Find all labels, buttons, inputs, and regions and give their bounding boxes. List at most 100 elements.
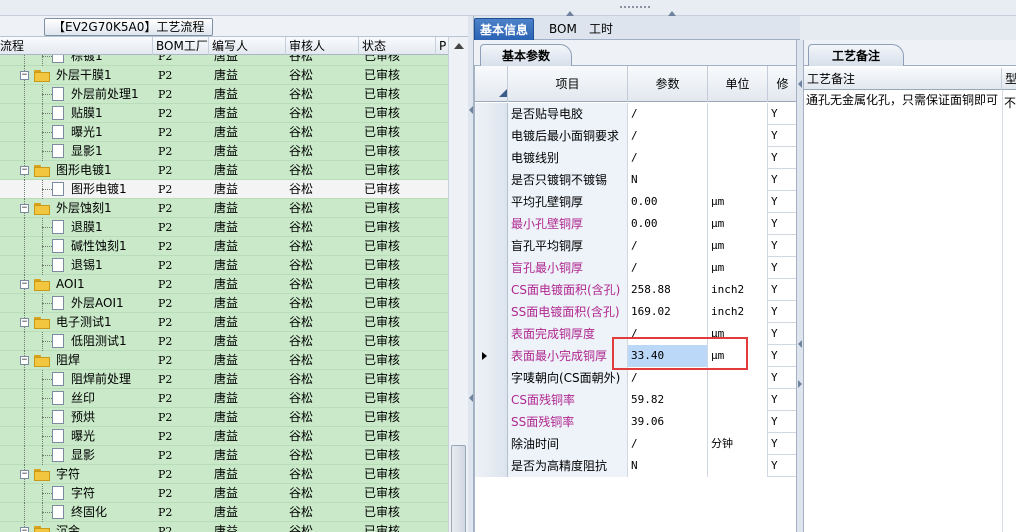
row-header[interactable] bbox=[475, 257, 508, 279]
collapse-toggle-icon[interactable]: − bbox=[20, 166, 29, 175]
param-unit-cell[interactable]: μm bbox=[708, 345, 768, 367]
scroll-up-icon[interactable] bbox=[454, 43, 464, 49]
tree-row[interactable]: − 阻焊 P2 唐益 谷松 已审核 bbox=[0, 351, 448, 370]
grid-row[interactable]: 字唛朝向(CS面朝外) / Y bbox=[475, 367, 797, 389]
param-modify-cell[interactable]: Y bbox=[768, 279, 797, 301]
param-unit-cell[interactable] bbox=[708, 367, 768, 389]
param-value-cell[interactable]: / bbox=[628, 433, 708, 455]
tab-work-hours[interactable]: 工时 bbox=[584, 18, 618, 40]
tree-scrollbar[interactable] bbox=[448, 37, 468, 532]
tab-process-note[interactable]: 工艺备注 bbox=[808, 44, 904, 66]
row-header[interactable] bbox=[475, 301, 508, 323]
param-modify-cell[interactable]: Y bbox=[768, 323, 797, 345]
tree-row[interactable]: 显影1 P2 唐益 谷松 已审核 bbox=[0, 142, 448, 161]
collapse-toggle-icon[interactable]: − bbox=[20, 527, 29, 532]
tree-row[interactable]: 曝光 P2 唐益 谷松 已审核 bbox=[0, 427, 448, 446]
tree-row[interactable]: 棕镀1 P2 唐益 谷松 已审核 bbox=[0, 55, 448, 66]
param-value-cell[interactable]: / bbox=[628, 235, 708, 257]
collapse-toggle-icon[interactable]: − bbox=[20, 280, 29, 289]
param-unit-cell[interactable]: inch2 bbox=[708, 279, 768, 301]
collapse-toggle-icon[interactable]: − bbox=[20, 470, 29, 479]
note-cell[interactable]: 通孔无金属化孔，只需保证面铜即可 bbox=[806, 94, 1001, 154]
row-header[interactable] bbox=[475, 169, 508, 191]
param-value-cell[interactable]: 59.82 bbox=[628, 389, 708, 411]
tree-row[interactable]: 退膜1 P2 唐益 谷松 已审核 bbox=[0, 218, 448, 237]
scrollbar-thumb[interactable] bbox=[451, 445, 466, 532]
param-value-cell[interactable]: N bbox=[628, 455, 708, 477]
param-value-cell[interactable]: / bbox=[628, 147, 708, 169]
row-header[interactable] bbox=[475, 191, 508, 213]
param-modify-cell[interactable]: Y bbox=[768, 411, 797, 433]
param-value-cell[interactable]: 169.02 bbox=[628, 301, 708, 323]
tab-basic-info[interactable]: 基本信息 bbox=[474, 18, 535, 40]
tree-row[interactable]: 字符 P2 唐益 谷松 已审核 bbox=[0, 484, 448, 503]
param-unit-cell[interactable]: μm bbox=[708, 257, 768, 279]
param-modify-cell[interactable]: Y bbox=[768, 235, 797, 257]
param-unit-cell[interactable]: μm bbox=[708, 235, 768, 257]
grid-row[interactable]: 表面完成铜厚度 / μm Y bbox=[475, 323, 797, 345]
column-header-process[interactable]: 流程 bbox=[0, 37, 153, 55]
grid-row[interactable]: CS面残铜率 59.82 Y bbox=[475, 389, 797, 411]
tree-row[interactable]: − 沉金 P2 唐益 谷松 已审核 bbox=[0, 522, 448, 532]
collapse-toggle-icon[interactable]: − bbox=[20, 318, 29, 327]
column-header-value[interactable]: 参数 bbox=[628, 66, 708, 102]
collapse-toggle-icon[interactable]: − bbox=[20, 356, 29, 365]
grid-row[interactable]: 表面最小完成铜厚 33.40 μm Y bbox=[475, 345, 797, 367]
param-modify-cell[interactable]: Y bbox=[768, 301, 797, 323]
column-header-modify[interactable]: 修 bbox=[768, 66, 797, 102]
tree-row[interactable]: 贴膜1 P2 唐益 谷松 已审核 bbox=[0, 104, 448, 123]
param-modify-cell[interactable]: Y bbox=[768, 213, 797, 235]
row-header[interactable] bbox=[475, 279, 508, 301]
tree-row[interactable]: 退锡1 P2 唐益 谷松 已审核 bbox=[0, 256, 448, 275]
column-header-type[interactable]: 型 bbox=[1002, 68, 1016, 90]
tree-row[interactable]: − 图形电镀1 P2 唐益 谷松 已审核 bbox=[0, 161, 448, 180]
param-value-cell[interactable]: / bbox=[628, 367, 708, 389]
param-unit-cell[interactable]: μm bbox=[708, 323, 768, 345]
param-modify-cell[interactable]: Y bbox=[768, 367, 797, 389]
param-modify-cell[interactable]: Y bbox=[768, 147, 797, 169]
tree-row[interactable]: − 电子测试1 P2 唐益 谷松 已审核 bbox=[0, 313, 448, 332]
grid-row[interactable]: 是否为高精度阻抗 N Y bbox=[475, 455, 797, 477]
param-modify-cell[interactable]: Y bbox=[768, 191, 797, 213]
tree-row[interactable]: 外层AOI1 P2 唐益 谷松 已审核 bbox=[0, 294, 448, 313]
row-header[interactable] bbox=[475, 147, 508, 169]
param-unit-cell[interactable] bbox=[708, 455, 768, 477]
type-cell[interactable]: 不 bbox=[1004, 94, 1016, 111]
panel-splitter[interactable] bbox=[796, 40, 804, 532]
tree-row[interactable]: − AOI1 P2 唐益 谷松 已审核 bbox=[0, 275, 448, 294]
param-value-cell[interactable]: / bbox=[628, 125, 708, 147]
column-header-bom-plant[interactable]: BOM工厂 bbox=[153, 37, 209, 55]
row-header[interactable] bbox=[475, 345, 508, 367]
row-header[interactable] bbox=[475, 367, 508, 389]
tree-row[interactable]: 预烘 P2 唐益 谷松 已审核 bbox=[0, 408, 448, 427]
tree-row[interactable]: 低阻测试1 P2 唐益 谷松 已审核 bbox=[0, 332, 448, 351]
tree-row[interactable]: 终固化 P2 唐益 谷松 已审核 bbox=[0, 503, 448, 522]
column-header-status[interactable]: 状态 bbox=[359, 37, 436, 55]
column-header-author[interactable]: 编写人 bbox=[209, 37, 286, 55]
param-unit-cell[interactable] bbox=[708, 147, 768, 169]
tree-row[interactable]: 图形电镀1 P2 唐益 谷松 已审核 bbox=[0, 180, 448, 199]
grid-row[interactable]: 是否只镀铜不镀锡 N Y bbox=[475, 169, 797, 191]
param-value-cell[interactable]: 33.40 bbox=[628, 345, 708, 367]
expand-right-icon[interactable] bbox=[798, 380, 802, 388]
param-unit-cell[interactable]: μm bbox=[708, 213, 768, 235]
row-header[interactable] bbox=[475, 323, 508, 345]
param-unit-cell[interactable] bbox=[708, 103, 768, 125]
grid-row[interactable]: 最小孔壁铜厚 0.00 μm Y bbox=[475, 213, 797, 235]
param-value-cell[interactable]: / bbox=[628, 103, 708, 125]
collapse-toggle-icon[interactable]: − bbox=[20, 71, 29, 80]
param-value-cell[interactable]: N bbox=[628, 169, 708, 191]
param-value-cell[interactable]: 0.00 bbox=[628, 213, 708, 235]
column-header-unit[interactable]: 单位 bbox=[708, 66, 768, 102]
param-unit-cell[interactable]: μm bbox=[708, 191, 768, 213]
param-modify-cell[interactable]: Y bbox=[768, 125, 797, 147]
grid-row[interactable]: SS面电镀面积(含孔) 169.02 inch2 Y bbox=[475, 301, 797, 323]
param-modify-cell[interactable]: Y bbox=[768, 345, 797, 367]
param-unit-cell[interactable] bbox=[708, 389, 768, 411]
param-unit-cell[interactable]: 分钟 bbox=[708, 433, 768, 455]
param-modify-cell[interactable]: Y bbox=[768, 455, 797, 477]
grid-row[interactable]: 平均孔壁铜厚 0.00 μm Y bbox=[475, 191, 797, 213]
column-header-item[interactable]: 项目 bbox=[508, 66, 628, 102]
tree-row[interactable]: 显影 P2 唐益 谷松 已审核 bbox=[0, 446, 448, 465]
splitter-grip[interactable] bbox=[620, 6, 650, 10]
